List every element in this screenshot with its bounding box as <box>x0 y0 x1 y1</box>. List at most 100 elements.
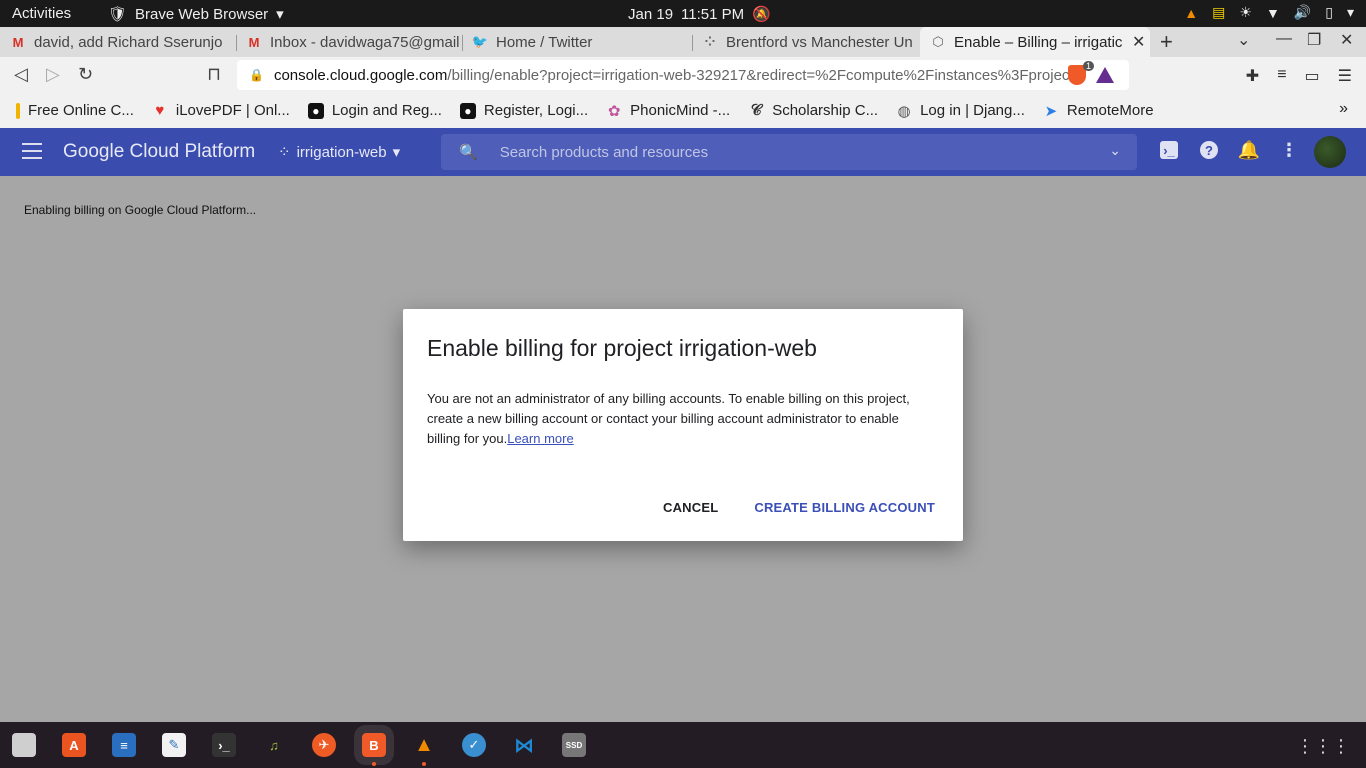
close-window-icon[interactable]: ✕ <box>1340 30 1353 50</box>
more-bookmarks-icon[interactable]: » <box>1339 100 1348 118</box>
bookmark-label: Login and Reg... <box>331 102 442 119</box>
bookmark-item[interactable]: ● Register, Logi... <box>459 102 588 119</box>
bookmark-item[interactable]: ◍ Log in | Djang... <box>896 102 1025 120</box>
enable-billing-dialog: Enable billing for project irrigation-we… <box>403 309 963 541</box>
menu-icon[interactable]: ☰ <box>1338 66 1352 86</box>
bookmark-label: Scholarship C... <box>772 102 879 119</box>
minimize-icon[interactable]: — <box>1276 30 1292 48</box>
notifications-icon[interactable]: 🔔 <box>1238 140 1260 160</box>
tab-football[interactable]: ⁘ Brentford vs Manchester Un <box>692 27 920 57</box>
show-applications-icon[interactable]: ⋮⋮⋮ <box>1296 736 1350 757</box>
back-icon[interactable]: ◁ <box>14 64 28 85</box>
tab-billing[interactable]: ⬡ Enable – Billing – irrigatic ✕ <box>920 27 1150 57</box>
cancel-button[interactable]: CANCEL <box>663 500 718 515</box>
bookmark-item[interactable]: ♥ iLovePDF | Onl... <box>152 102 289 119</box>
brain-icon: ✿ <box>607 102 621 120</box>
cloud-shell-icon[interactable]: ›_ <box>1160 141 1178 159</box>
bookmark-favicon-icon: ● <box>459 102 476 119</box>
disk-icon[interactable]: SSD <box>562 733 586 757</box>
chevron-down-icon: ▾ <box>276 6 284 23</box>
shield-count-badge: 1 <box>1082 61 1094 71</box>
dialog-body: You are not an administrator of any bill… <box>427 389 927 449</box>
bookmark-favicon-icon <box>16 102 20 119</box>
tab-twitter[interactable]: 🐦 Home / Twitter <box>462 27 692 57</box>
vscode-icon[interactable]: ⋈ <box>512 733 536 757</box>
scholarship-icon: 𝒞 <box>750 102 762 119</box>
volume-icon: 🔊 <box>1293 4 1312 20</box>
bookmark-item[interactable]: Free Online C... <box>16 102 134 119</box>
project-name: irrigation-web <box>296 143 387 161</box>
files-icon[interactable] <box>12 733 36 757</box>
text-editor-icon[interactable]: ✎ <box>162 733 186 757</box>
system-tray[interactable]: ▲ ▤ ☀ ▼ 🔊 ▯ ▾ <box>1184 4 1354 21</box>
notes-tray-icon[interactable]: ▤ <box>1212 4 1225 21</box>
software-center-icon[interactable]: A <box>62 733 86 757</box>
project-selector[interactable]: ⁘ irrigation-web ▾ <box>278 143 401 162</box>
bookmark-item[interactable]: ✿ PhonicMind -... <box>606 102 731 120</box>
new-tab-button[interactable]: + <box>1160 29 1173 55</box>
notifications-muted-icon: 🔕 <box>752 6 771 23</box>
tab-gmail-2[interactable]: M Inbox - davidwaga75@gmail <box>236 27 462 57</box>
wallet-icon[interactable]: ▭ <box>1305 66 1320 86</box>
globe-icon: ◍ <box>897 102 911 120</box>
bookmark-item[interactable]: ● Login and Reg... <box>307 102 442 119</box>
gcp-logo[interactable]: Google Cloud Platform <box>63 141 255 163</box>
dialog-message: You are not an administrator of any bill… <box>427 391 910 446</box>
tab-title: Brentford vs Manchester Un <box>726 33 913 51</box>
tab-gmail-1[interactable]: M david, add Richard Sserunjo <box>0 27 236 57</box>
bookmark-label: PhonicMind -... <box>630 102 731 119</box>
tab-search-icon[interactable]: ⌄ <box>1237 30 1250 50</box>
wifi-icon: ▼ <box>1265 4 1280 21</box>
address-bar[interactable]: 🔒 console.cloud.google.com /billing/enab… <box>237 60 1129 90</box>
learn-more-link[interactable]: Learn more <box>507 431 573 446</box>
url-path: /billing/enable?project=irrigation-web-3… <box>447 66 1082 84</box>
loading-icon: ⁘ <box>704 34 716 49</box>
search-bar[interactable]: 🔍 ⌄ <box>441 134 1137 170</box>
extensions-icon[interactable]: ✚ <box>1246 66 1259 86</box>
bookmark-item[interactable]: 𝒞 Scholarship C... <box>748 102 878 119</box>
tab-title: david, add Richard Sserunjo <box>34 33 223 51</box>
brave-icon[interactable]: B <box>354 725 394 766</box>
chevron-down-icon: ▾ <box>392 144 401 161</box>
search-input[interactable] <box>499 137 1060 167</box>
maximize-icon[interactable]: ❐ <box>1307 30 1321 50</box>
create-billing-account-button[interactable]: CREATE BILLING ACCOUNT <box>754 500 935 515</box>
writer-icon[interactable]: ≡ <box>112 733 136 757</box>
avatar[interactable] <box>1314 136 1346 168</box>
brave-rewards-icon[interactable] <box>1096 67 1114 83</box>
tab-title: Home / Twitter <box>496 33 593 51</box>
navigation-bar: ◁ ▷ ↻ ⊓ 🔒 console.cloud.google.com /bill… <box>0 57 1366 93</box>
status-text: Enabling billing on Google Cloud Platfor… <box>24 203 257 217</box>
send-icon: ➤ <box>1044 102 1058 120</box>
bookmarks-bar: Free Online C... ♥ iLovePDF | Onl... ● Log… <box>0 93 1366 128</box>
close-tab-icon[interactable]: ✕ <box>1132 32 1145 52</box>
bookmark-icon[interactable]: ⊓ <box>207 64 221 85</box>
chevron-down-icon[interactable]: ⌄ <box>1109 142 1121 159</box>
lock-icon: 🔒 <box>249 68 264 82</box>
power-menu-icon[interactable]: ▾ <box>1347 4 1354 21</box>
more-options-icon[interactable]: ⋮ <box>1280 140 1298 160</box>
url-host: console.cloud.google.com <box>273 66 448 84</box>
terminal-icon[interactable]: ›_ <box>212 733 236 757</box>
time-label: 11:51 PM <box>681 5 745 23</box>
postman-icon[interactable]: ✈ <box>312 733 336 757</box>
clock[interactable]: Jan 19 11:51 PM 🔕 <box>628 5 771 24</box>
reload-icon[interactable]: ↻ <box>78 64 93 85</box>
vlc-tray-icon[interactable]: ▲ <box>1184 5 1198 21</box>
bookmark-item[interactable]: ➤ RemoteMore <box>1043 102 1154 120</box>
forward-icon[interactable]: ▷ <box>46 64 60 85</box>
music-player-icon[interactable]: ♫ <box>262 733 286 757</box>
gcp-icon: ⬡ <box>932 34 944 49</box>
dock: A ≡ ✎ ›_ ♫ ✈ B ▲ ✓ ⋈ SSD ⋮⋮⋮ <box>0 722 1366 768</box>
twitter-icon: 🐦 <box>471 34 489 49</box>
playlist-icon[interactable]: ≡ <box>1277 66 1286 86</box>
activities-button[interactable]: Activities <box>12 5 71 22</box>
vlc-icon[interactable]: ▲ <box>412 733 436 766</box>
gedit-icon[interactable]: ✓ <box>462 733 486 757</box>
app-menu[interactable]: 🛡 Brave Web Browser ▾ <box>108 5 284 24</box>
gmail-icon: M <box>12 34 24 50</box>
bookmark-label: Free Online C... <box>28 102 134 119</box>
help-icon[interactable]: ? <box>1200 141 1218 159</box>
brave-shields-icon[interactable]: 1 <box>1068 61 1094 85</box>
navigation-menu-icon[interactable] <box>22 143 42 159</box>
